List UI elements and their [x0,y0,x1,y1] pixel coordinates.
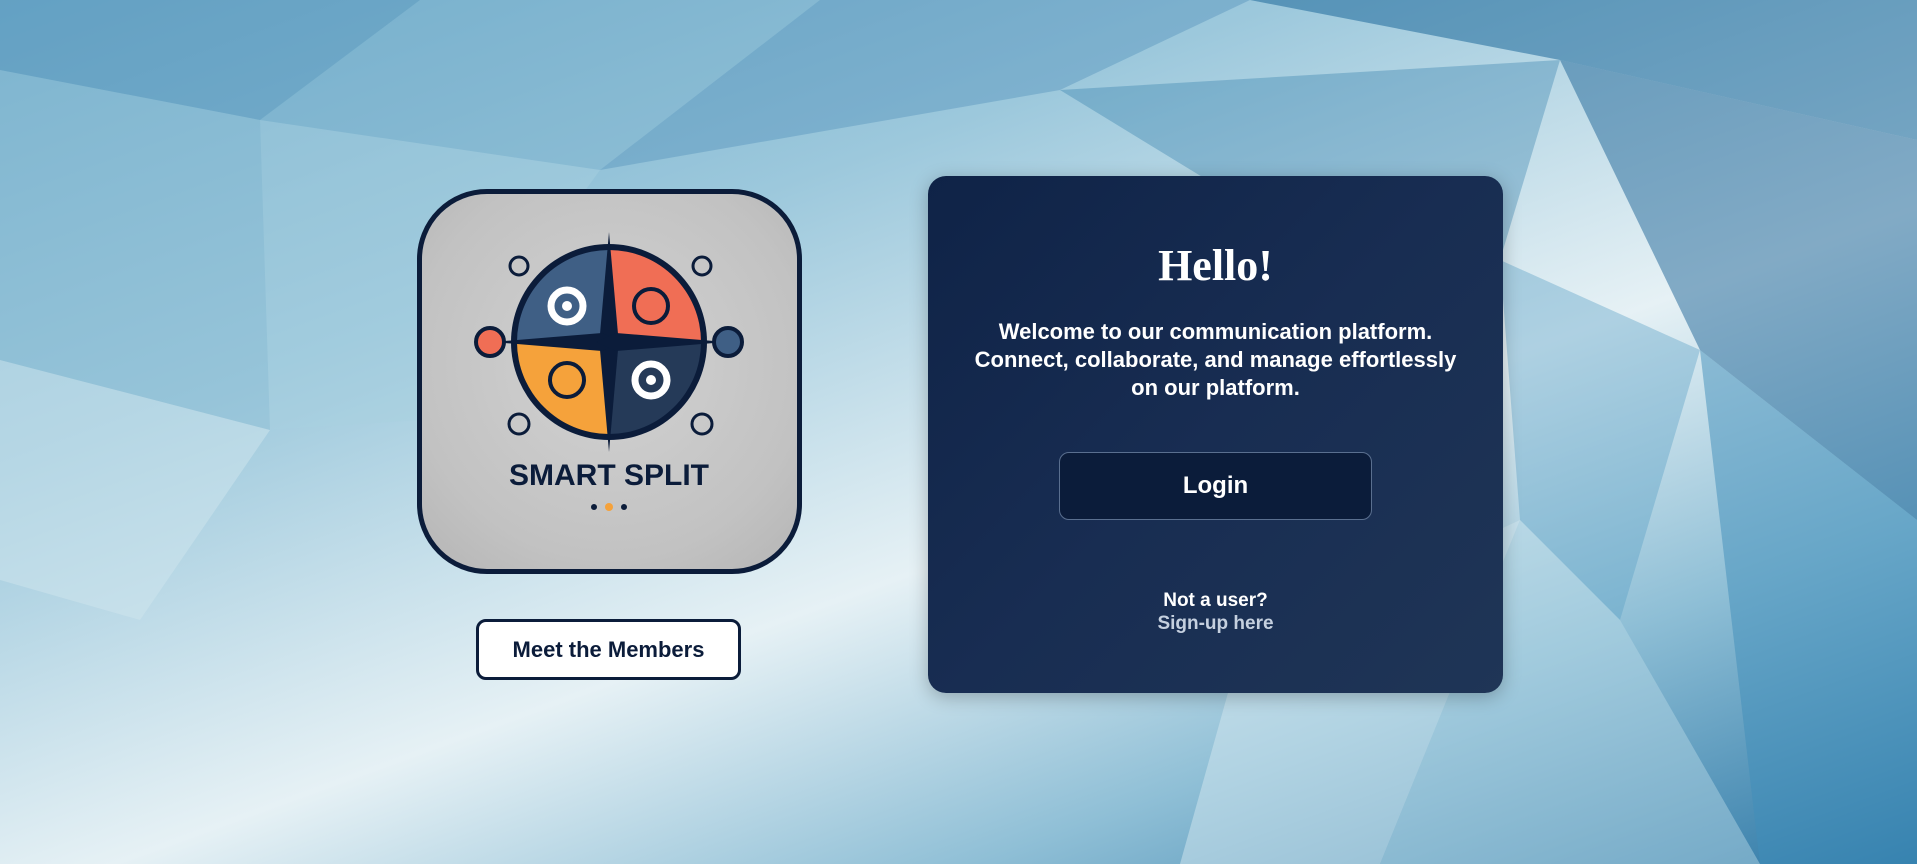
logo-emblem: SMART SPLIT [474,232,744,511]
login-button[interactable]: Login [1059,452,1372,520]
not-a-user-text: Not a user? [1163,590,1268,611]
svg-text:SMART SPLIT: SMART SPLIT [509,459,709,492]
signup-link[interactable]: Sign-up here [928,613,1503,635]
smart-split-logo: SMART SPLIT [417,189,802,574]
meet-the-members-button[interactable]: Meet the Members [476,619,741,680]
welcome-panel: Hello! Welcome to our communication plat… [928,176,1503,693]
hello-heading: Hello! [1158,241,1273,290]
welcome-text: Welcome to our communication platform. C… [974,319,1457,400]
